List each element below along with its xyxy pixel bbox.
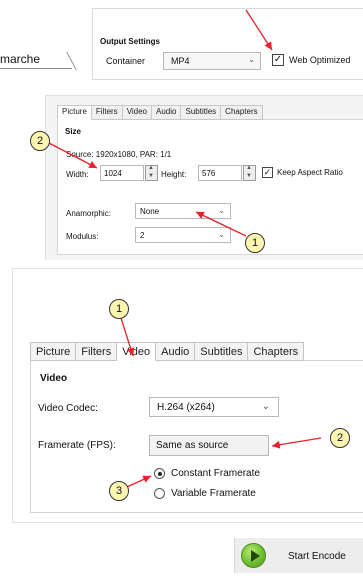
video-codec-value: H.264 (x264) (157, 402, 215, 413)
tab-video[interactable]: Video (122, 105, 153, 120)
chevron-down-icon: ⌄ (248, 55, 255, 64)
web-optimized-label: Web Optimized (289, 55, 351, 65)
tab-video[interactable]: Video (117, 342, 157, 361)
tab-audio[interactable]: Audio (156, 342, 196, 361)
container-label: Container (106, 56, 146, 66)
constant-framerate-radio[interactable] (154, 468, 165, 479)
callout-2: 2 (30, 131, 50, 151)
tab-underline (0, 68, 72, 69)
video-codec-label: Video Codec: (38, 403, 98, 414)
callout-2: 2 (330, 428, 350, 448)
modulus-select[interactable]: 2 ⌄ (135, 227, 231, 243)
height-spinner-icon[interactable] (243, 165, 256, 181)
tab-subtitles[interactable]: Subtitles (195, 342, 249, 361)
variable-framerate-radio[interactable] (154, 488, 165, 499)
anamorphic-label: Anamorphic: (66, 209, 111, 218)
container-value: MP4 (171, 56, 190, 66)
anamorphic-value: None (140, 207, 160, 216)
play-icon[interactable] (241, 543, 266, 568)
video-codec-select[interactable]: H.264 (x264) ⌄ (149, 397, 279, 417)
callout-1: 1 (109, 299, 129, 319)
height-input[interactable]: 576 (198, 165, 242, 181)
framerate-select[interactable]: Same as source (149, 435, 269, 456)
width-label: Width: (66, 170, 89, 179)
video-heading: Video (40, 373, 68, 384)
keep-aspect-checkbox[interactable]: ✓ (262, 167, 273, 178)
chevron-down-icon: ⌄ (261, 401, 270, 412)
tab-subtitles[interactable]: Subtitles (181, 105, 222, 120)
callout-1: 1 (245, 233, 265, 253)
tab-chapters[interactable]: Chapters (248, 342, 305, 361)
chevron-down-icon: ⌄ (218, 206, 225, 215)
chevron-down-icon: ⌄ (218, 230, 225, 239)
width-input[interactable]: 1024 (100, 165, 144, 181)
start-encode-label: Start Encode (288, 551, 346, 562)
container-select[interactable]: MP4 ⌄ (163, 52, 261, 70)
tab-label-partial[interactable]: marche (0, 52, 40, 66)
variable-framerate-label: Variable Framerate (171, 488, 256, 499)
tab-chapters[interactable]: Chapters (221, 105, 263, 120)
size-heading: Size (65, 127, 82, 136)
web-optimized-checkbox[interactable]: ✓ (272, 54, 284, 66)
picture-tab-bar: Picture Filters Video Audio Subtitles Ch… (57, 105, 263, 120)
constant-framerate-label: Constant Framerate (171, 468, 260, 479)
width-spinner-icon[interactable] (145, 165, 158, 181)
anamorphic-select[interactable]: None ⌄ (135, 203, 231, 219)
modulus-value: 2 (140, 231, 145, 240)
video-tab-bar: Picture Filters Video Audio Subtitles Ch… (30, 342, 305, 361)
framerate-label: Framerate (FPS): (38, 440, 116, 451)
tab-picture[interactable]: Picture (30, 342, 77, 361)
height-label: Height: (161, 170, 187, 179)
modulus-label: Modulus: (66, 232, 99, 241)
output-settings-title: Output Settings (100, 37, 160, 46)
keep-aspect-label: Keep Aspect Ratio (277, 168, 343, 177)
tab-filters[interactable]: Filters (91, 105, 123, 120)
source-info: Source: 1920x1080, PAR: 1/1 (66, 150, 172, 159)
tab-picture[interactable]: Picture (57, 105, 92, 120)
tab-filters[interactable]: Filters (76, 342, 118, 361)
callout-3: 3 (109, 481, 129, 501)
tab-audio[interactable]: Audio (152, 105, 182, 120)
